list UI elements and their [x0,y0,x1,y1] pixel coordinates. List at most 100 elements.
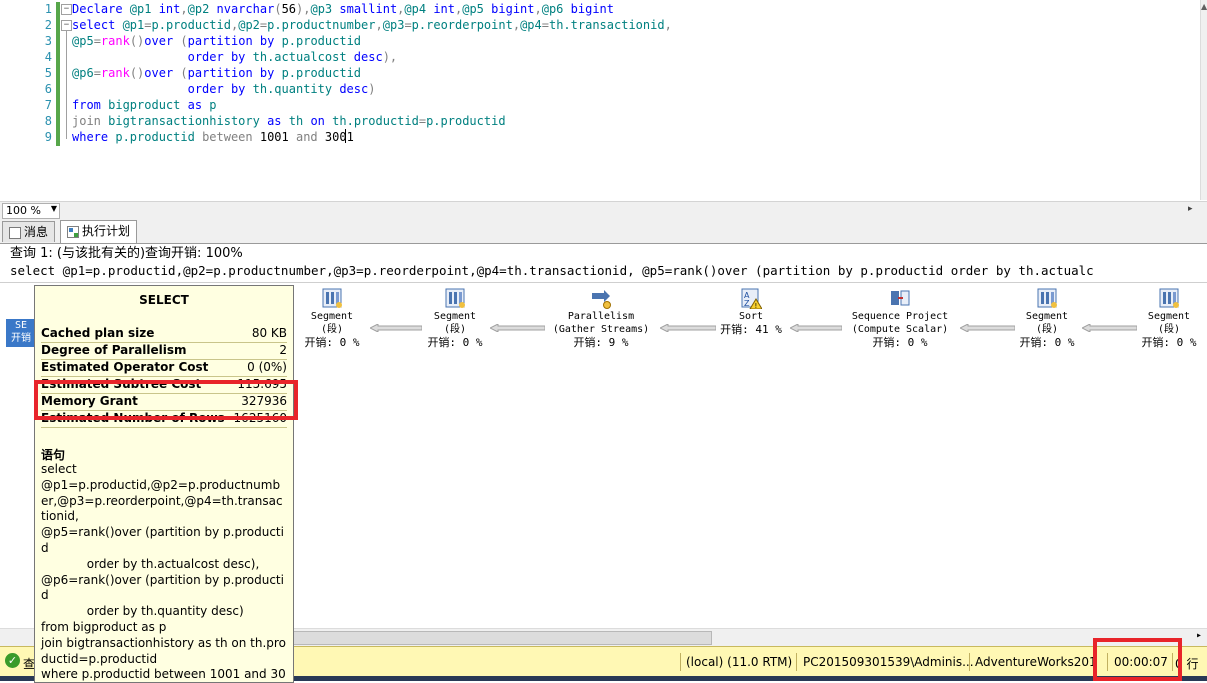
code-token: @p3 [382,18,405,32]
code-token: p.productid [426,114,506,128]
zoom-select[interactable]: 100 % ▼ [2,203,60,219]
code-token: where [72,130,116,144]
plan-node-segment[interactable]: Segment (段) 开销: 0 % [395,287,515,349]
node-name: Sequence Project [851,311,949,322]
tooltip-title: SELECT [139,293,189,307]
memory-grant-highlight [34,380,298,420]
svg-text:Z: Z [744,299,750,308]
sequence-project-icon [889,287,911,309]
code-line: where p.productid between 1001 and 3001 [72,129,354,145]
code-token: th.quantity [252,82,340,96]
editor-vertical-scrollbar[interactable]: ▲ [1200,0,1207,200]
code-token: int [433,2,455,16]
fold-toggle-icon[interactable]: − [61,4,72,15]
code-token: over [144,66,181,80]
plan-node-parallelism[interactable]: Parallelism (Gather Streams) 开销: 9 % [541,287,661,349]
node-sub: (Compute Scalar) [851,324,949,335]
node-sub: (段) [443,324,467,335]
code-token: ( [274,2,282,16]
code-token: , [534,2,542,16]
line-number: 7 [44,98,52,112]
code-token: ) [368,82,376,96]
code-token: desc [339,82,369,96]
code-token: bigtransactionhistory [108,114,268,128]
code-token: 56 [281,2,297,16]
zoom-value: 100 % [6,204,41,217]
segment-icon [444,287,466,309]
scroll-right-icon[interactable]: ▸ [1188,204,1193,214]
code-token: = [404,18,412,32]
code-token: = [144,18,152,32]
code-token: and [295,130,325,144]
property-value: 2 [279,343,287,357]
code-token: @p6 [541,2,571,16]
code-token: ( [180,34,188,48]
chevron-down-icon: ▼ [50,204,57,213]
statement-text: select @p1=p.productid,@p2=p.productnumb… [41,462,286,682]
plan-node-segment[interactable]: Segment (段) 开销: 0 % [1109,287,1207,349]
code-token: , [664,18,672,32]
plan-node-segment[interactable]: Segment (段) 开销: 0 % [987,287,1107,349]
query-sql-text: select @p1=p.productid,@p2=p.productnumb… [10,263,1094,278]
node-cost: 开销: 9 % [573,336,629,349]
code-token: p.productid [115,130,203,144]
code-token: desc [353,50,383,64]
segment-icon [321,287,343,309]
code-token: = [418,114,427,128]
plan-icon [67,225,79,238]
tooltip-row: Degree of Parallelism 2 [41,343,287,360]
node-sub: (段) [1157,324,1181,335]
tab-label: 执行计划 [82,224,131,238]
code-token: @p5 [72,34,94,48]
scroll-thumb[interactable] [290,631,712,645]
scroll-right-icon[interactable]: ▸ [1196,630,1202,641]
code-line: join bigtransactionhistory as th on th.p… [72,113,506,129]
line-number: 5 [44,66,52,80]
property-name: Degree of Parallelism [41,343,187,357]
code-token: = [93,66,101,80]
code-line: from bigproduct as p [72,97,217,113]
code-token: rank [100,66,130,80]
code-token: ), [296,2,311,16]
code-token: partition by [187,34,282,48]
line-number: 3 [44,34,52,48]
code-token: p.productid [281,34,362,48]
tab-execution-plan[interactable]: 执行计划 [60,220,138,243]
parallelism-icon [590,287,612,309]
code-token: th.transactionid [548,18,665,32]
code-token: bigint [570,2,614,16]
code-token: th.actualcost [252,50,354,64]
code-token: p.productnumber [267,18,376,32]
svg-text:!: ! [755,302,758,309]
line-number: 1 [44,2,52,16]
code-token: = [93,34,101,48]
code-token: bigint [491,2,535,16]
plan-node-sequence-project[interactable]: Sequence Project (Compute Scalar) 开销: 0 % [840,287,960,349]
node-cost: 开销: 0 % [1141,336,1197,349]
scroll-up-icon[interactable]: ▲ [1201,2,1207,11]
code-token: order by [187,82,253,96]
code-token: , [375,18,383,32]
code-token: order by [187,50,253,64]
code-token: rank [100,34,130,48]
line-number: 9 [44,130,52,144]
property-name: Estimated Operator Cost [41,360,209,374]
code-token: 3001 [324,130,354,144]
root-label: SE [14,320,28,331]
node-name: Segment [1025,311,1069,322]
code-token: on [310,114,333,128]
elapsed-time-highlight [1093,638,1182,681]
code-token: 1001 [259,130,296,144]
tab-messages[interactable]: 消息 [2,221,56,242]
plan-node-select[interactable]: SE 开销 [6,319,36,347]
node-cost: 开销: 0 % [427,336,483,349]
plan-node-sort[interactable]: A Z! Sort 开销: 41 % [691,287,811,336]
change-marker [56,2,60,146]
fold-toggle-icon[interactable]: − [61,20,72,31]
sql-editor[interactable]: 1 Declare @p1 int,@p2 nvarchar(56),@p3 sm… [0,0,1207,200]
line-number: 6 [44,82,52,96]
success-check-icon: ✓ [5,653,20,668]
text-cursor [345,129,346,143]
